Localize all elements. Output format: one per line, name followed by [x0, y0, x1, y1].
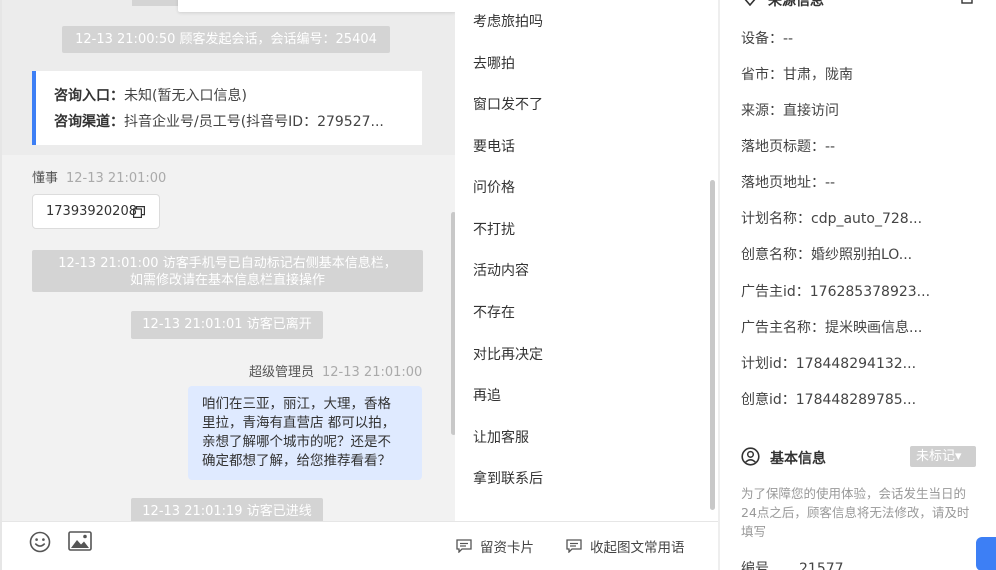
source-row-advertiser-id: 广告主id：176285378923...: [741, 284, 931, 300]
system-message-phone-marked: 12-13 21:01:00 访客手机号已自动标记右侧基本信息栏， 如需修改请在…: [32, 250, 423, 292]
quick-reply-item[interactable]: 不存在: [473, 302, 515, 322]
input-toolbar: 留资卡片 收起图文常用语: [0, 521, 718, 570]
quick-reply-item[interactable]: 要电话: [473, 136, 515, 156]
collapse-phrases-button[interactable]: 收起图文常用语: [566, 536, 685, 556]
source-row-device: 设备：--: [741, 31, 794, 47]
floating-popup: [178, 0, 455, 12]
floating-tab: [132, 0, 178, 6]
visitor-name: 懂事: [32, 171, 59, 186]
source-row-plan-name: 计划名称：cdp_auto_728...: [741, 211, 923, 227]
image-icon[interactable]: [68, 531, 92, 551]
quick-reply-item[interactable]: 去哪拍: [473, 53, 515, 73]
visitor-sender: 懂事 12-13 21:01:00: [32, 167, 166, 186]
consult-channel-value: 抖音企业号/员工号(抖音号ID：279527...: [124, 114, 384, 130]
visitor-phone: 17393920208: [46, 204, 137, 219]
visitor-phone-message[interactable]: 17393920208: [32, 194, 160, 229]
quick-reply-list: 考虑旅拍吗 去哪拍 窗口发不了 要电话 问价格 不打扰 活动内容 不存在 对比再…: [455, 0, 718, 521]
agent-sender: 超级管理员 12-13 21:01:00: [249, 361, 422, 380]
lead-card-button[interactable]: 留资卡片: [456, 536, 534, 556]
quick-reply-item[interactable]: 活动内容: [473, 260, 529, 280]
edit-deadline-note: 为了保障您的使用体验，会话发生当日的24点之后，顾客信息将无法修改，请及时填写: [741, 486, 970, 539]
source-row-plan-id: 计划id：178448294132...: [741, 356, 917, 372]
quick-reply-item[interactable]: 问价格: [473, 177, 515, 197]
quick-reply-item[interactable]: 考虑旅拍吗: [473, 11, 543, 31]
source-info-title: 来源信息: [768, 0, 824, 9]
source-row-creative-name: 创意名称：婚纱照别拍LO...: [741, 247, 913, 263]
location-icon: [744, 0, 756, 6]
visitor-time: 12-13 21:01:00: [66, 171, 167, 186]
copy-icon[interactable]: [133, 206, 145, 218]
message-icon: [566, 539, 582, 553]
user-icon: [741, 447, 760, 466]
consult-channel-label: 咨询渠道：: [54, 114, 124, 130]
quick-reply-item[interactable]: 窗口发不了: [473, 94, 543, 114]
quick-reply-scrollbar[interactable]: [710, 180, 715, 510]
source-row-landing-url: 落地页地址：--: [741, 175, 836, 191]
system-message-session-start: 12-13 21:00:50 顾客发起会话，会话编号：25404: [62, 26, 390, 53]
smile-icon[interactable]: [29, 531, 51, 553]
floating-assist-button[interactable]: [976, 537, 996, 570]
customer-info-panel: 来源信息 设备：-- 省市：甘肃，陇南 来源：直接访问 落地页标题：-- 落地页…: [720, 0, 996, 570]
system-message-left: 12-13 21:01:01 访客已离开: [131, 311, 323, 339]
customer-id-value: 21577: [799, 561, 844, 570]
chat-panel: 12-13 21:00:50 顾客发起会话，会话编号：25404 咨询入口：未知…: [0, 0, 455, 521]
source-row-advertiser-name: 广告主名称：提米映画信息...: [741, 320, 923, 336]
system-message-reentered: 12-13 21:01:19 访客已进线: [131, 498, 323, 521]
agent-message-bubble: 咱们在三亚，丽江，大理，香格 里拉，青海有直营店 都可以拍， 亲想了解哪个城市的…: [188, 386, 422, 480]
lead-card-label: 留资卡片: [480, 540, 534, 556]
quick-reply-item[interactable]: 拿到联系后: [473, 468, 543, 488]
system-message-line: 12-13 21:01:00 访客手机号已自动标记右侧基本信息栏，: [58, 256, 397, 271]
edit-icon[interactable]: [961, 0, 973, 4]
quick-reply-item[interactable]: 不打扰: [473, 219, 515, 239]
agent-message-line: 亲想了解哪个城市的呢？还是不: [202, 434, 391, 450]
system-message-line: 如需修改请在基本信息栏直接操作: [129, 273, 325, 288]
consult-entry-value: 未知(暂无入口信息): [124, 88, 247, 104]
source-row-source: 来源：直接访问: [741, 103, 839, 119]
consult-info-card: 咨询入口：未知(暂无入口信息) 咨询渠道：抖音企业号/员工号(抖音号ID：279…: [32, 71, 422, 145]
quick-reply-item[interactable]: 再追: [473, 385, 501, 405]
agent-name: 超级管理员: [249, 365, 315, 380]
mark-status-dropdown[interactable]: 未标记▾: [910, 446, 976, 467]
source-row-creative-id: 创意id：178448289785...: [741, 392, 917, 408]
basic-info-title: 基本信息: [770, 451, 826, 467]
agent-message-line: 确定都想了解，给您推荐看看？: [202, 453, 391, 469]
source-row-region: 省市：甘肃，陇南: [741, 67, 853, 83]
agent-message-line: 里拉，青海有直营店 都可以拍，: [202, 415, 396, 431]
agent-time: 12-13 21:01:00: [322, 365, 423, 380]
collapse-phrases-label: 收起图文常用语: [590, 540, 685, 556]
customer-id-row: 编号 21577: [741, 558, 844, 570]
agent-message-line: 咱们在三亚，丽江，大理，香格: [202, 396, 391, 412]
quick-reply-item[interactable]: 对比再决定: [473, 344, 543, 364]
consult-entry-label: 咨询入口：: [54, 88, 124, 104]
quick-reply-item[interactable]: 让加客服: [473, 427, 529, 447]
customer-id-label: 编号: [741, 561, 769, 570]
card-icon: [456, 539, 472, 553]
source-row-landing-title: 落地页标题：--: [741, 139, 836, 155]
